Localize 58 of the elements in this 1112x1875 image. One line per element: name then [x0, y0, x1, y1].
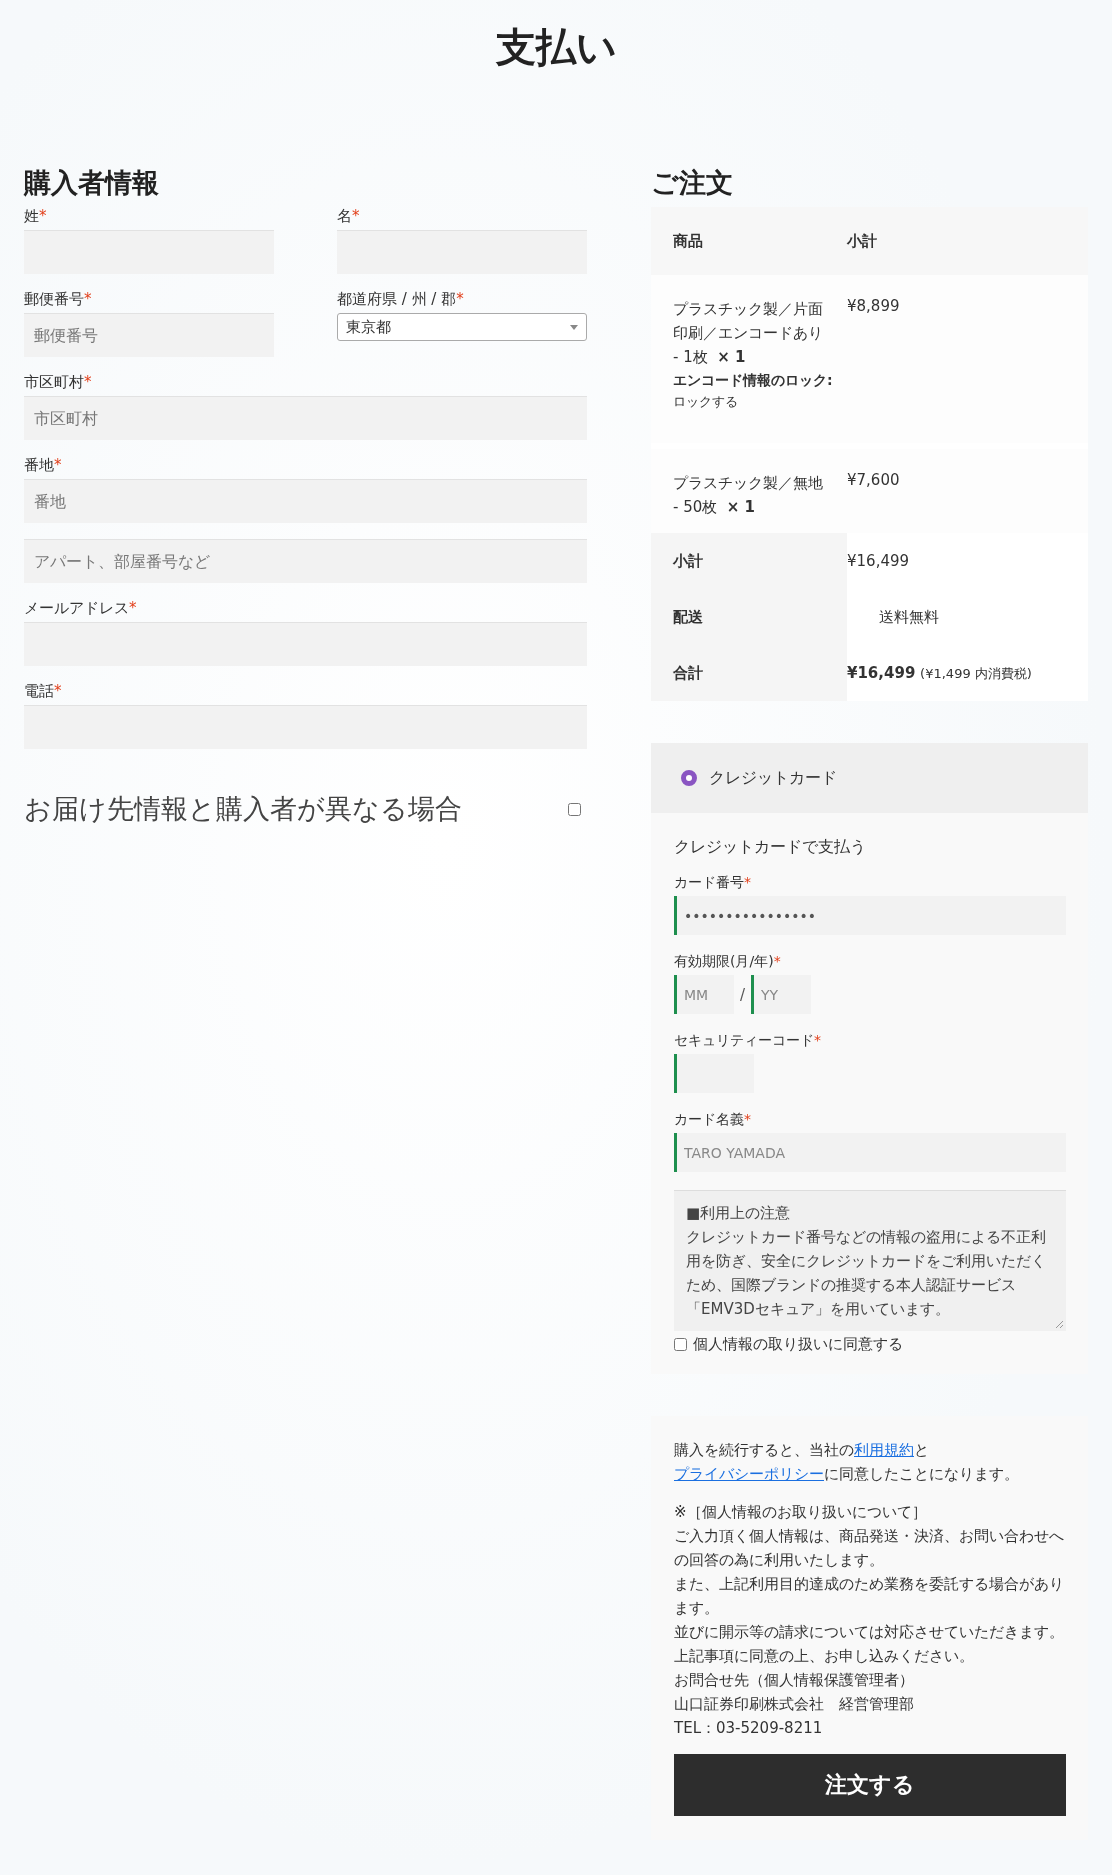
radio-button[interactable]	[681, 770, 697, 786]
privacy-text: 上記事項に同意の上、お申し込みください。	[674, 1646, 975, 1667]
total-label: 合計	[673, 663, 703, 683]
terms-text: 購入を続行すると、当社の利用規約と プライバシーポリシーに同意したことになります。	[674, 1440, 1020, 1485]
caret-icon	[570, 324, 578, 330]
field-label: 番地*	[24, 456, 63, 475]
item-subtotal: ¥8,899	[847, 297, 900, 315]
privacy-text: また、上記利用目的達成のため業務を委託する場合があります。	[674, 1574, 1065, 1619]
column-header: 商品	[672, 231, 704, 251]
field-label: カード名義*	[674, 1111, 752, 1129]
option-value: ロックする	[673, 393, 739, 411]
section-heading: ご注文	[651, 166, 734, 200]
section-heading: 購入者情報	[24, 166, 160, 200]
input-field[interactable]: ••••••••••••••••	[674, 896, 1066, 935]
product-name: プラスチック製／片面印刷／エンコードあり - 1枚 × 1	[673, 299, 823, 368]
privacy-text: ご入力頂く個人情報は、商品発送・決済、お問い合わせへの回答の為に利用いたします。	[674, 1526, 1065, 1571]
date-separator: /	[740, 985, 746, 1004]
place-order-button[interactable]: 注文する	[674, 1754, 1066, 1816]
terms-link[interactable]: プライバシーポリシー	[674, 1465, 824, 1483]
privacy-text: 並びに開示等の請求については対応させていただきます。	[674, 1622, 1065, 1643]
security-code-field[interactable]	[674, 1054, 754, 1093]
terms-link[interactable]: 利用規約	[854, 1441, 914, 1459]
privacy-text: TEL：03-5209-8211	[674, 1718, 824, 1739]
column-header: 小計	[847, 231, 878, 251]
field-label: セキュリティーコード*	[674, 1032, 822, 1050]
product-name: プラスチック製／無地 - 50枚 × 1	[673, 473, 823, 518]
privacy-text: ※［個人情報のお取り扱いについて］	[674, 1502, 928, 1523]
ship-different-label: お届け先情報と購入者が異なる場合	[24, 792, 462, 826]
privacy-text: お問合せ先（個人情報保護管理者）	[674, 1670, 915, 1691]
privacy-text: 山口証券印刷株式会社 経営管理部	[674, 1694, 915, 1715]
prefecture-dropdown[interactable]: 東京都	[337, 313, 587, 341]
page-title: 支払い	[494, 23, 618, 72]
consent-label: 個人情報の取り扱いに同意する	[693, 1335, 903, 1354]
notice-textarea[interactable]: ■利用上の注意 クレジットカード番号などの情報の盗用による不正利用を防ぎ、安全にクレジットカードをご利用いただくため、国際ブランドの推奨する本人認証サービス「EMV3Dセキュア」を用いています。	[674, 1190, 1066, 1331]
consent-checkbox[interactable]	[674, 1338, 687, 1351]
shipping-value: 送料無料	[878, 607, 939, 627]
field-label: 市区町村*	[24, 373, 93, 392]
field-label: カード番号*	[674, 874, 752, 892]
total-label: 配送	[673, 607, 703, 627]
resize-handle-icon	[1055, 1320, 1064, 1329]
field-label: 有効期限(月/年)*	[674, 953, 782, 971]
option-label: エンコード情報のロック:	[673, 371, 834, 390]
input-field[interactable]: TARO YAMADA	[674, 1133, 1066, 1172]
subtotal-value: ¥16,499	[847, 552, 910, 570]
ship-different-checkbox[interactable]	[568, 802, 581, 816]
item-subtotal: ¥7,600	[847, 471, 900, 489]
field-label: 都道府県 / 州 / 郡*	[337, 290, 465, 309]
field-label: 電話*	[24, 682, 63, 701]
payment-method-label: クレジットカード	[709, 767, 837, 789]
payment-description: クレジットカードで支払う	[674, 837, 867, 858]
field-label: 名*	[337, 207, 361, 226]
field-label: 郵便番号*	[24, 290, 93, 309]
month-field[interactable]: MM	[674, 975, 734, 1014]
total-label: 小計	[673, 551, 703, 571]
field-label: 姓*	[24, 207, 48, 226]
grand-total: ¥16,499 (¥1,499 内消費税)	[847, 663, 1032, 683]
year-field[interactable]: YY	[751, 975, 812, 1014]
field-label: メールアドレス*	[24, 599, 138, 618]
